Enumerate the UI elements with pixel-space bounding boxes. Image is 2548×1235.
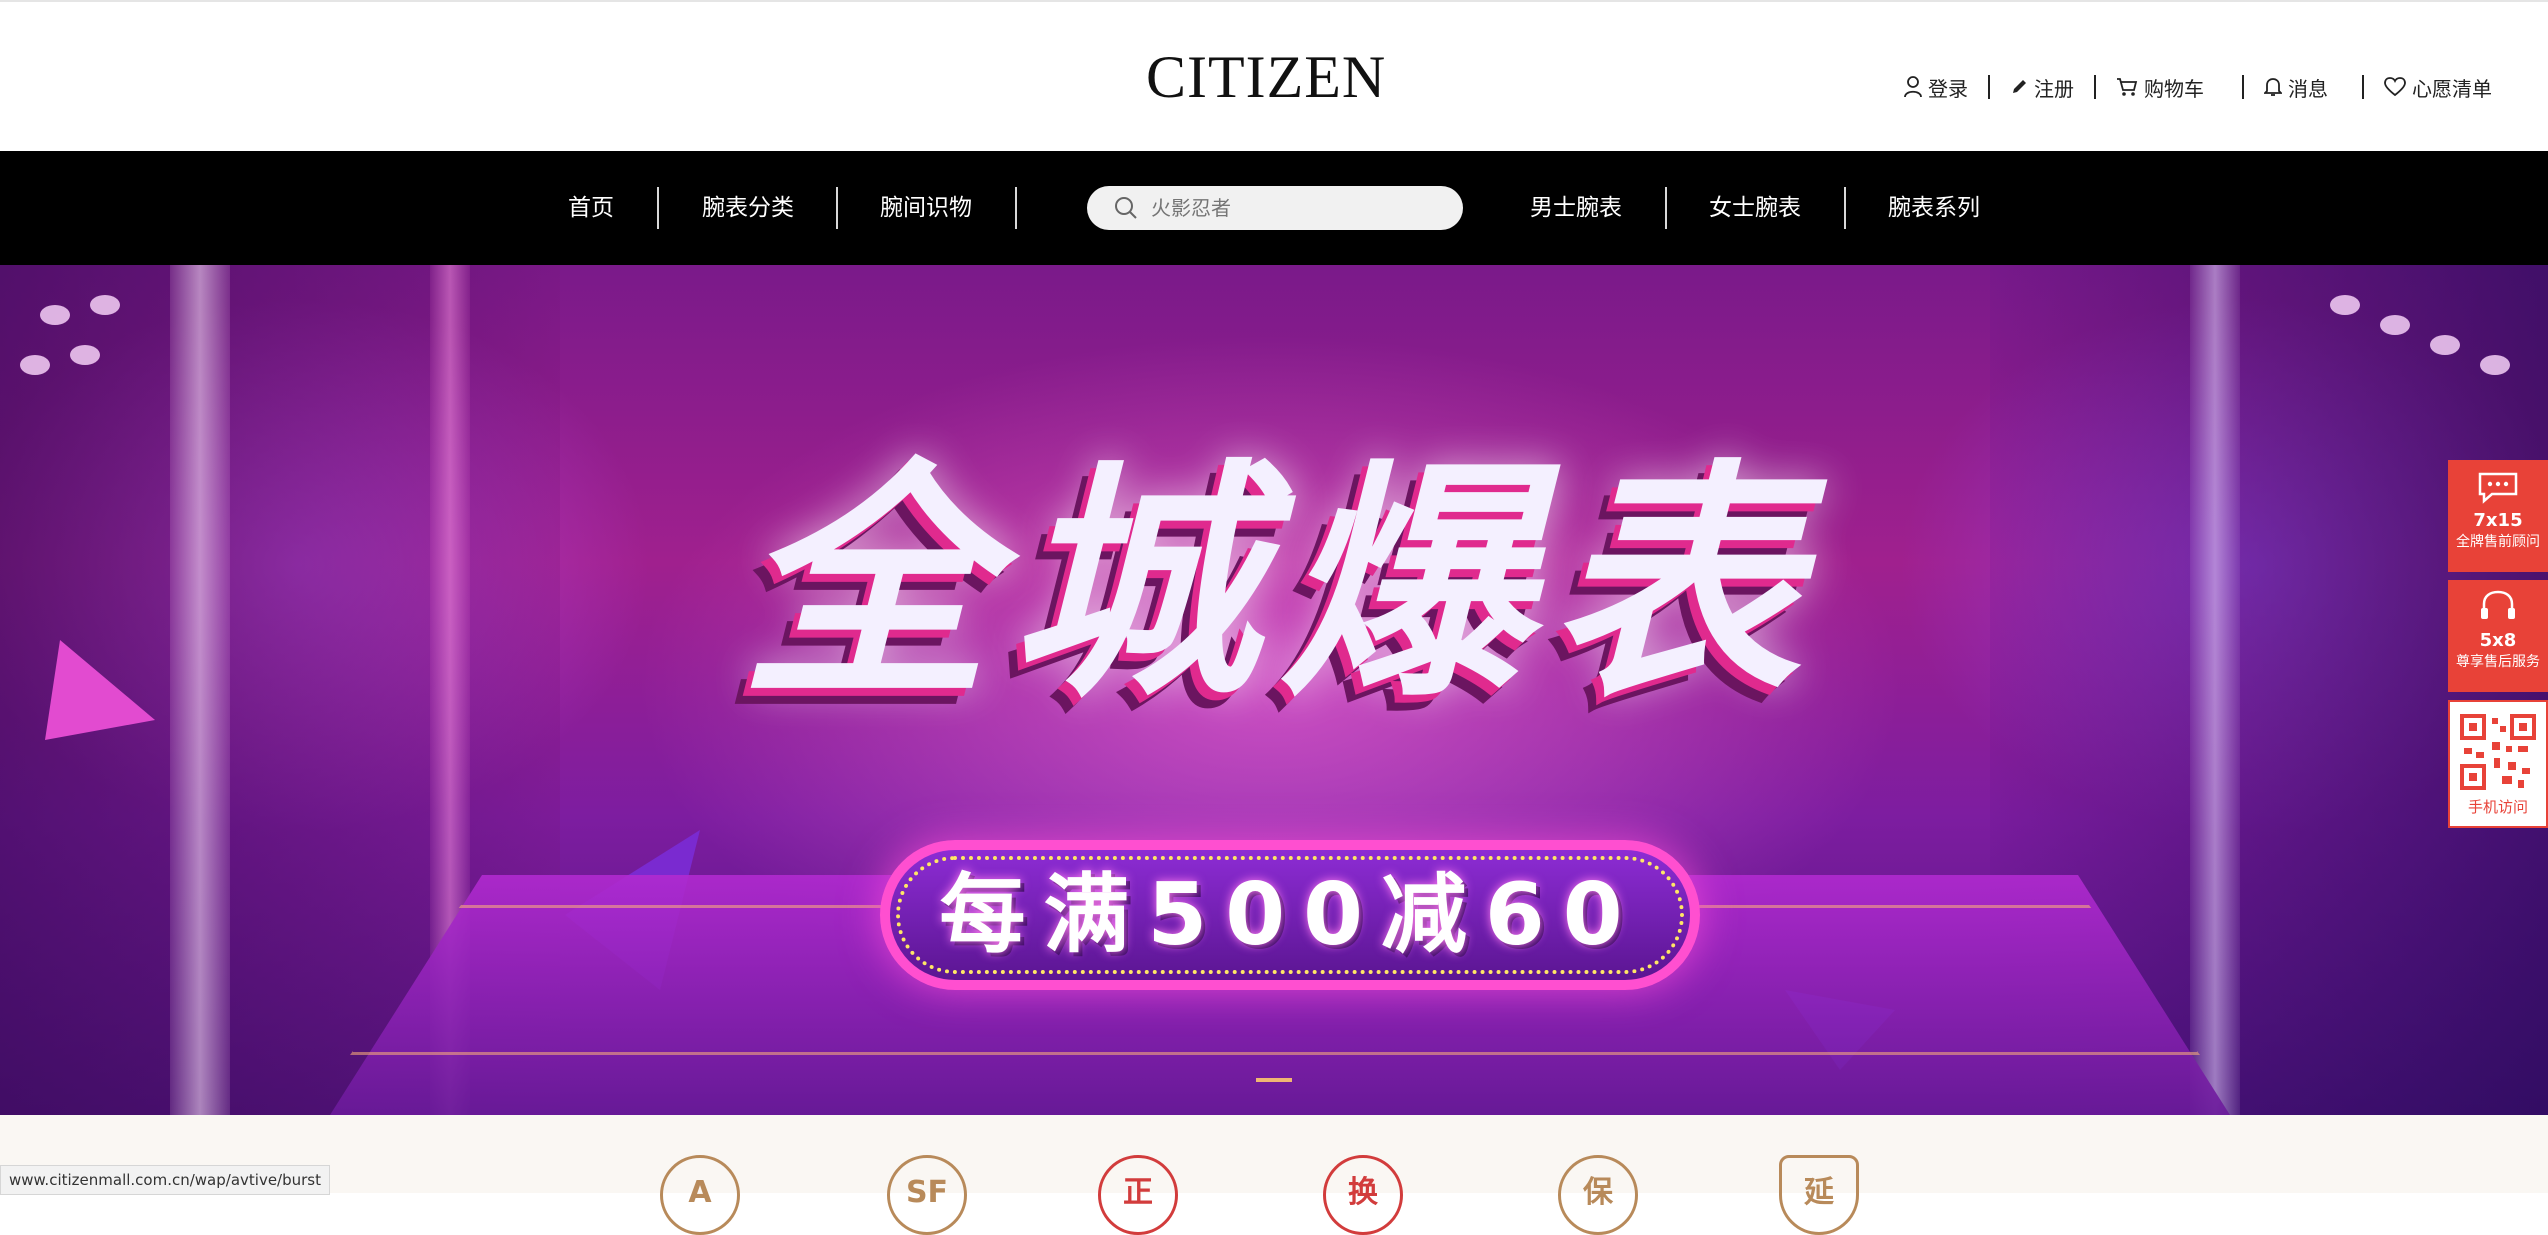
- consult-label: 全牌售前顾问: [2456, 534, 2540, 550]
- user-icon: [1904, 76, 1922, 98]
- divider: [1988, 75, 1990, 99]
- service-hours: 5x8: [2479, 630, 2517, 651]
- extended-warranty-badge[interactable]: 延: [1779, 1155, 1859, 1235]
- nav-item-mens[interactable]: 男士腕表: [1516, 151, 1636, 265]
- search-icon: [1115, 197, 1137, 219]
- spot-light: [90, 295, 120, 315]
- spot-light: [2330, 295, 2360, 315]
- status-bar-url: www.citizenmall.com.cn/wap/avtive/burst: [0, 1165, 330, 1195]
- neon-pillar: [2190, 265, 2240, 1115]
- spot-light: [20, 355, 50, 375]
- login-label: 登录: [1928, 76, 1968, 101]
- promo-pill: 每满500减60: [880, 840, 1700, 990]
- citizen-logo[interactable]: CITIZEN: [1146, 40, 1386, 114]
- genuine-badge[interactable]: 正: [1098, 1155, 1178, 1235]
- login-link[interactable]: 登录: [1904, 73, 1968, 102]
- wishlist-link[interactable]: 心愿清单: [2384, 73, 2492, 102]
- spot-light: [70, 345, 100, 365]
- messages-link[interactable]: 消息: [2264, 73, 2328, 102]
- triangle-shape: [45, 640, 155, 740]
- service-label: 尊享售后服务: [2456, 654, 2540, 670]
- mobile-access-label: 手机访问: [2467, 798, 2528, 816]
- wishlist-label: 心愿清单: [2412, 76, 2492, 101]
- sf-shipping-badge[interactable]: SF: [887, 1155, 967, 1235]
- spot-light: [40, 305, 70, 325]
- cart-link[interactable]: 购物车: [2116, 73, 2204, 102]
- qr-code-icon: [2458, 712, 2538, 792]
- search-box[interactable]: [1087, 186, 1463, 230]
- messages-label: 消息: [2288, 76, 2328, 101]
- search-input[interactable]: [1149, 195, 1453, 221]
- cart-icon: [2117, 78, 2138, 96]
- spot-light: [2480, 355, 2510, 375]
- presale-consult-button[interactable]: 7x15 全牌售前顾问: [2448, 460, 2548, 572]
- register-link[interactable]: 注册: [2010, 73, 2074, 102]
- aftersale-service-button[interactable]: 5x8 尊享售后服务: [2448, 580, 2548, 692]
- divider: [1015, 187, 1017, 229]
- divider: [1665, 187, 1667, 229]
- nav-item-series[interactable]: 腕表系列: [1874, 151, 1994, 265]
- feature-strip: A SF 正 换 保 延: [0, 1115, 2548, 1235]
- spot-light: [2380, 315, 2410, 335]
- authentic-badge[interactable]: A: [660, 1155, 740, 1235]
- pencil-icon: [2013, 80, 2026, 93]
- nav-item-womens[interactable]: 女士腕表: [1695, 151, 1815, 265]
- site-header: CITIZEN 登录 注册 购物车 消息 心愿清单: [0, 0, 2548, 151]
- main-nav: 首页 腕表分类 腕间识物 男士腕表 女士腕表 腕表系列: [0, 151, 2548, 265]
- cart-label: 购物车: [2144, 76, 2204, 101]
- consult-hours: 7x15: [2473, 510, 2523, 531]
- spot-light: [2430, 335, 2460, 355]
- nav-item-categories[interactable]: 腕表分类: [688, 151, 808, 265]
- side-float-panel: 7x15 全牌售前顾问 5x8 尊享售后服务 手机访问: [2448, 460, 2548, 828]
- promo-banner[interactable]: 全城爆表 每满500减60: [0, 265, 2548, 1115]
- exchange-badge[interactable]: 换: [1323, 1155, 1403, 1235]
- nav-item-watch-id[interactable]: 腕间识物: [866, 151, 986, 265]
- divider: [657, 187, 659, 229]
- divider: [836, 187, 838, 229]
- divider: [1844, 187, 1846, 229]
- register-label: 注册: [2034, 76, 2074, 101]
- promo-text: 每满500减60: [939, 865, 1641, 965]
- headset-icon: [2481, 590, 2515, 619]
- divider: [2094, 75, 2096, 99]
- mobile-qr[interactable]: 手机访问: [2448, 700, 2548, 828]
- divider: [2362, 75, 2364, 99]
- warranty-badge[interactable]: 保: [1558, 1155, 1638, 1235]
- heart-icon: [2384, 77, 2406, 97]
- user-links: 登录 注册 购物车 消息 心愿清单: [1904, 70, 2492, 104]
- chat-bubble-icon: [2478, 472, 2518, 504]
- banner-headline: 全城爆表: [740, 439, 1820, 730]
- bell-icon: [2264, 78, 2282, 96]
- carousel-indicator[interactable]: [1256, 1078, 1292, 1082]
- nav-item-home[interactable]: 首页: [553, 151, 629, 265]
- divider: [2242, 75, 2244, 99]
- neon-pillar: [170, 265, 230, 1115]
